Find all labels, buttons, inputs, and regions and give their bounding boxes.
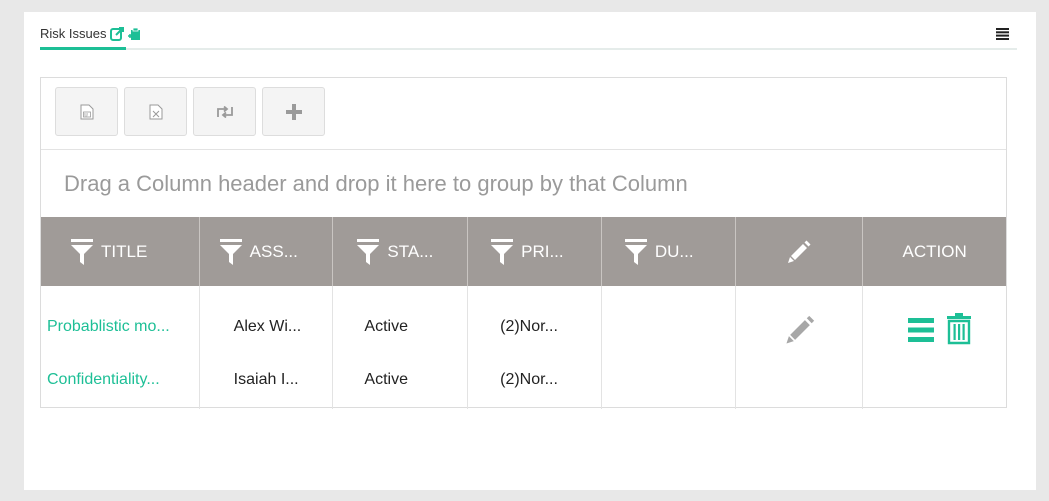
column-header-edit [736, 217, 864, 286]
filter-icon[interactable] [624, 238, 647, 265]
priority-column: (2)Nor... (2)Nor... [468, 286, 602, 409]
list-icon[interactable] [908, 318, 935, 342]
pencil-icon [787, 240, 811, 263]
table-cell-status: Active [364, 318, 408, 335]
grid-toolbar: W [41, 78, 1006, 150]
column-header-label: TITLE [101, 241, 148, 261]
column-header-label: ACTION [902, 241, 967, 261]
table-body: Probablistic mo... Confidentiality... Al… [41, 286, 1006, 409]
panel-title: Risk Issues [40, 26, 107, 41]
edit-column [736, 286, 864, 409]
export-excel-icon [149, 104, 162, 119]
table-header: TITLE ASS... STA... PRI... DU... ACTION [41, 217, 1006, 286]
due-column [602, 286, 736, 409]
table-cell-priority: (2)Nor... [500, 371, 558, 388]
filter-icon[interactable] [219, 238, 242, 265]
refresh-icon [216, 105, 233, 118]
table-cell-assignee: Isaiah I... [233, 371, 299, 388]
filter-icon[interactable] [71, 238, 93, 265]
table-row-title-link[interactable]: Confidentiality... [47, 371, 160, 389]
edit-pencil-icon[interactable] [784, 314, 816, 346]
column-header-label: PRI... [521, 241, 564, 261]
column-header-label: STA... [387, 241, 434, 261]
filter-icon[interactable] [357, 238, 380, 265]
column-header-label: ASS... [249, 241, 298, 261]
column-header-due[interactable]: DU... [602, 217, 736, 286]
column-header-action: ACTION [863, 217, 1006, 286]
clipboard-icon[interactable] [128, 27, 142, 41]
active-title-underline [40, 47, 126, 50]
external-edit-icon[interactable] [110, 26, 125, 41]
export-excel-button[interactable] [124, 87, 187, 136]
panel-title-area: Risk Issues [40, 26, 142, 41]
refresh-button[interactable] [193, 87, 256, 136]
export-word-icon: W [80, 104, 93, 119]
column-header-priority[interactable]: PRI... [468, 217, 602, 286]
panel-header: Risk Issues [40, 22, 1017, 50]
column-header-title[interactable]: TITLE [41, 217, 200, 286]
add-button[interactable] [262, 87, 325, 136]
risk-issues-panel: Risk Issues W Drag a Column header and d… [24, 12, 1036, 490]
title-column: Probablistic mo... Confidentiality... [41, 286, 200, 409]
table-row-title-link[interactable]: Probablistic mo... [47, 318, 170, 336]
assignee-column: Alex Wi... Isaiah I... [200, 286, 334, 409]
column-header-label: DU... [654, 241, 694, 261]
group-by-hint: Drag a Column header and drop it here to… [64, 170, 688, 196]
action-column [863, 286, 1006, 409]
status-column: Active Active [333, 286, 469, 409]
svg-text:W: W [84, 112, 88, 117]
export-word-button[interactable]: W [55, 87, 118, 136]
add-icon [285, 103, 302, 120]
filter-icon[interactable] [491, 238, 514, 265]
table-cell-priority: (2)Nor... [500, 318, 558, 335]
hamburger-icon[interactable] [996, 28, 1009, 40]
group-by-drop-zone[interactable]: Drag a Column header and drop it here to… [41, 150, 1006, 217]
column-header-status[interactable]: STA... [333, 217, 469, 286]
risk-issues-grid: W Drag a Column header and drop it here … [40, 77, 1007, 409]
table-cell-assignee: Alex Wi... [233, 318, 302, 335]
column-header-assignee[interactable]: ASS... [200, 217, 334, 286]
trash-icon[interactable] [946, 313, 972, 345]
table-cell-status: Active [364, 371, 408, 388]
